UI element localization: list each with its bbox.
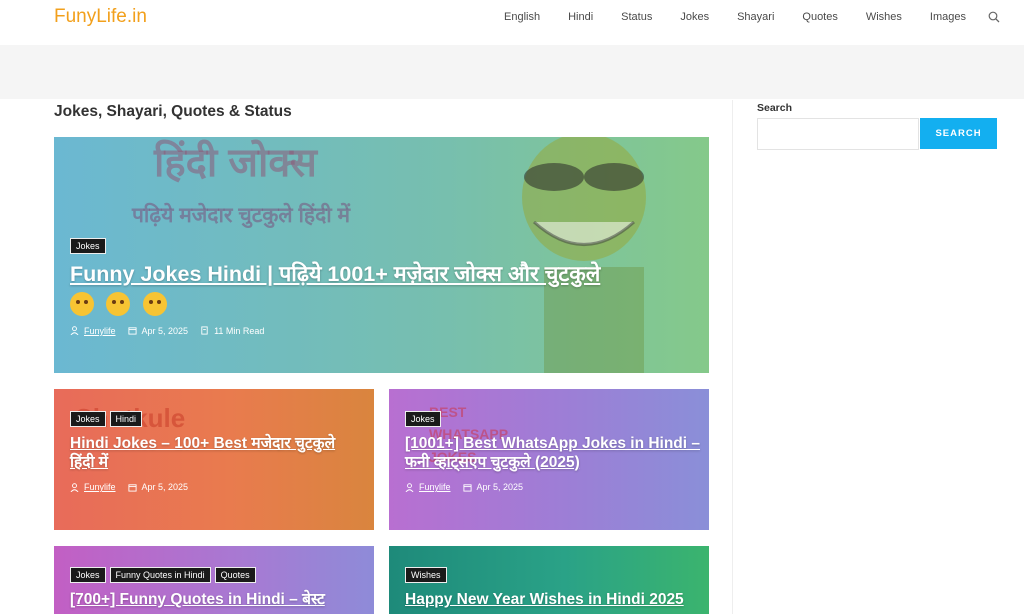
post-meta: Funylife Apr 5, 2025 — [405, 482, 693, 492]
calendar-icon — [462, 484, 472, 492]
post-tags: Jokes — [405, 411, 693, 427]
post-meta: Funylife Apr 5, 2025 11 Min Read — [70, 326, 693, 336]
calendar-icon — [127, 327, 137, 335]
sweat-smile-emoji-icon — [142, 291, 167, 316]
post-tags: Jokes — [70, 238, 693, 254]
post-tags: Jokes Funny Quotes in Hindi Quotes — [70, 567, 358, 583]
nav-item-english[interactable]: English — [490, 0, 554, 34]
user-icon — [70, 326, 79, 336]
post-title[interactable]: [700+] Funny Quotes in Hindi – बेस्ट — [70, 591, 360, 610]
post-meta: Funylife Apr 5, 2025 — [70, 482, 358, 492]
user-icon — [70, 482, 79, 492]
emoji-row — [70, 291, 693, 316]
search-widget-title: Search — [757, 102, 793, 114]
ad-banner-area — [0, 45, 1024, 99]
post-title[interactable]: [1001+] Best WhatsApp Jokes in Hindi – फ… — [405, 435, 700, 472]
post-tags: Wishes — [405, 567, 693, 583]
post-author[interactable]: Funylife — [419, 482, 451, 492]
nav-item-shayari[interactable]: Shayari — [723, 0, 788, 34]
post-title[interactable]: Happy New Year Wishes in Hindi 2025 — [405, 591, 700, 610]
nav-item-hindi[interactable]: Hindi — [554, 0, 607, 34]
tag-jokes[interactable]: Jokes — [70, 567, 106, 583]
tag-jokes[interactable]: Jokes — [70, 238, 106, 254]
tag-jokes[interactable]: Jokes — [405, 411, 441, 427]
post-card[interactable]: Jokes Funny Quotes in Hindi Quotes [700+… — [54, 546, 374, 614]
nav-item-wishes[interactable]: Wishes — [852, 0, 916, 34]
post-read-time: 11 Min Read — [214, 325, 265, 336]
sidebar-divider — [732, 100, 733, 614]
user-icon — [405, 482, 414, 492]
calendar-icon — [127, 484, 137, 492]
post-author[interactable]: Funylife — [84, 482, 116, 492]
read-time-icon — [201, 326, 208, 335]
post-card[interactable]: BEST WHATSAPP JOKES Jokes [1001+] Best W… — [389, 389, 709, 530]
post-date: Apr 5, 2025 — [141, 482, 189, 493]
tag-quotes[interactable]: Quotes — [214, 567, 256, 583]
main-content: Jokes, Shayari, Quotes & Status — [54, 100, 709, 121]
post-title[interactable]: Hindi Jokes – 100+ Best मजेदार चुटकुले ह… — [70, 435, 360, 472]
featured-post-card[interactable]: हिंदी जोक्स पढ़िये मजेदार चुटकुले हिंदी … — [54, 137, 709, 373]
search-input[interactable] — [757, 118, 919, 150]
post-date: Apr 5, 2025 — [141, 325, 189, 336]
post-date: Apr 5, 2025 — [476, 482, 524, 493]
wink-tongue-emoji-icon — [106, 291, 131, 316]
nav-item-images[interactable]: Images — [916, 0, 980, 34]
site-logo[interactable]: FunyLife.in — [54, 6, 147, 28]
post-card[interactable]: Wishes Happy New Year Wishes in Hindi 20… — [389, 546, 709, 614]
laughing-emoji-icon — [70, 291, 94, 316]
search-icon[interactable] — [980, 0, 1008, 34]
tag-funny-quotes-in-hindi[interactable]: Funny Quotes in Hindi — [109, 567, 211, 583]
site-header: FunyLife.in English Hindi Status Jokes S… — [0, 0, 1024, 45]
nav-item-quotes[interactable]: Quotes — [788, 0, 851, 34]
main-nav: English Hindi Status Jokes Shayari Quote… — [490, 0, 1024, 34]
tag-jokes[interactable]: Jokes — [70, 411, 106, 427]
hero-image-subtext: पढ़िये मजेदार चुटकुले हिंदी में — [132, 204, 351, 227]
page-title: Jokes, Shayari, Quotes & Status — [54, 103, 292, 120]
tag-hindi[interactable]: Hindi — [109, 411, 143, 427]
post-card[interactable]: Chutkule Jokes Hindi Hindi Jokes – 100+ … — [54, 389, 374, 530]
hero-image-text: हिंदी जोक्स — [154, 141, 317, 185]
nav-item-status[interactable]: Status — [607, 0, 666, 34]
nav-item-jokes[interactable]: Jokes — [666, 0, 723, 34]
post-tags: Jokes Hindi — [70, 411, 358, 427]
featured-post-title[interactable]: Funny Jokes Hindi | पढ़िये 1001+ मज़ेदार… — [70, 262, 705, 288]
post-author[interactable]: Funylife — [84, 326, 116, 336]
tag-wishes[interactable]: Wishes — [405, 567, 447, 583]
search-button[interactable]: SEARCH — [920, 118, 997, 149]
